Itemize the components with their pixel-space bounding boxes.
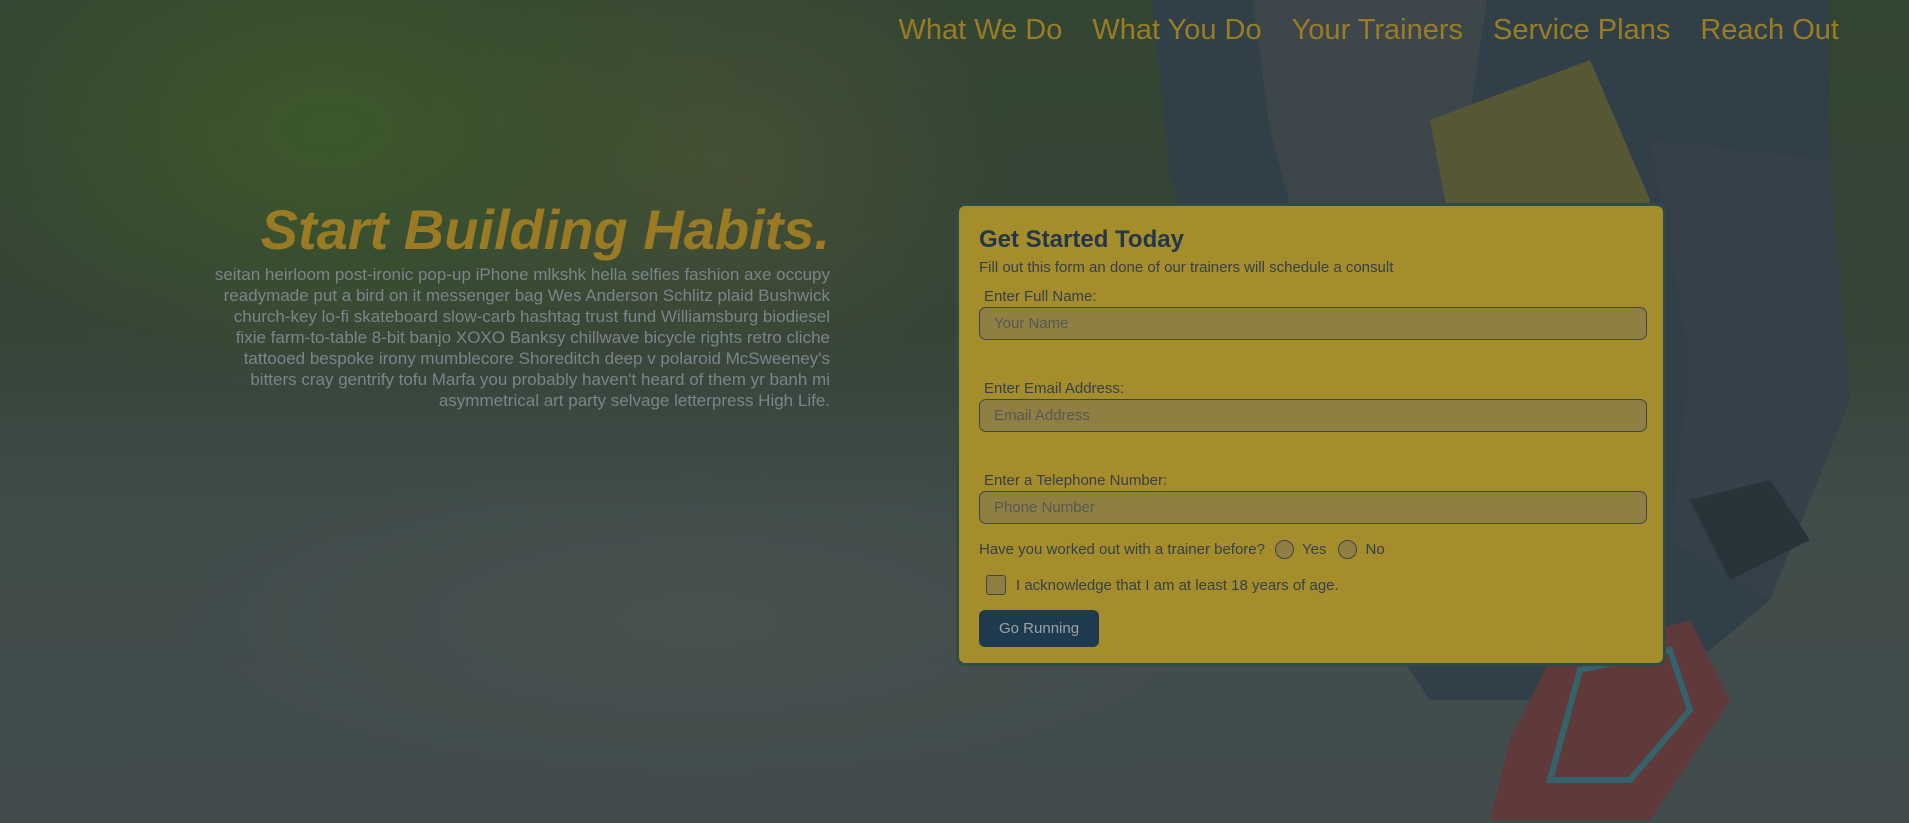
phone-label: Enter a Telephone Number: (984, 472, 1168, 489)
age-ack-checkbox[interactable] (986, 575, 1006, 595)
signup-form: Get Started Today Fill out this form an … (956, 203, 1666, 666)
nav-item-what-we-do: What We Do (898, 14, 1062, 47)
phone-input[interactable] (979, 491, 1647, 524)
radio-yes-label: Yes (1302, 541, 1327, 558)
email-field-group: Enter Email Address: (979, 380, 1647, 432)
nav-link-your-trainers[interactable]: Your Trainers (1292, 14, 1463, 46)
radio-no-label: No (1365, 541, 1385, 558)
email-label: Enter Email Address: (984, 380, 1125, 397)
age-ack-row: I acknowledge that I am at least 18 year… (986, 575, 1643, 595)
hero-section: Start Building Habits. seitan heirloom p… (200, 198, 830, 411)
trainer-question-label: Have you worked out with a trainer befor… (979, 541, 1265, 558)
form-title: Get Started Today (979, 226, 1184, 253)
hero-body: seitan heirloom post-ironic pop-up iPhon… (214, 265, 830, 411)
trainer-question-row: Have you worked out with a trainer befor… (979, 540, 1643, 559)
top-nav: What We Do What You Do Your Trainers Ser… (898, 14, 1839, 47)
nav-link-service-plans[interactable]: Service Plans (1493, 14, 1670, 46)
hero-title: Start Building Habits. (260, 198, 830, 261)
radio-yes[interactable] (1275, 540, 1294, 559)
name-label: Enter Full Name: (984, 288, 1097, 305)
nav-item-your-trainers: Your Trainers (1292, 14, 1463, 47)
nav-link-what-we-do[interactable]: What We Do (898, 14, 1062, 46)
form-subtitle: Fill out this form an done of our traine… (979, 259, 1394, 276)
page: What We Do What You Do Your Trainers Ser… (0, 0, 1909, 823)
name-field-group: Enter Full Name: (979, 288, 1647, 340)
nav-link-reach-out[interactable]: Reach Out (1700, 14, 1839, 46)
phone-field-group: Enter a Telephone Number: (979, 472, 1647, 524)
go-running-button[interactable]: Go Running (979, 610, 1100, 647)
nav-link-what-you-do[interactable]: What You Do (1092, 14, 1261, 46)
radio-no[interactable] (1338, 540, 1358, 559)
nav-item-what-you-do: What You Do (1092, 14, 1261, 47)
age-ack-label: I acknowledge that I am at least 18 year… (1016, 576, 1339, 594)
name-input[interactable] (979, 307, 1647, 340)
nav-item-reach-out: Reach Out (1700, 14, 1839, 47)
nav-item-service-plans: Service Plans (1493, 14, 1670, 47)
email-input[interactable] (979, 399, 1647, 432)
